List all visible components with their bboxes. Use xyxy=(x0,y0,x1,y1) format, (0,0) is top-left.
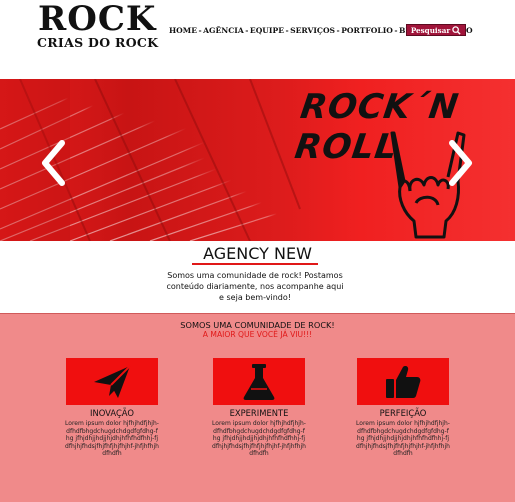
nav-item-equipe[interactable]: EQUIPE xyxy=(250,26,284,35)
logo-title[interactable]: ROCK xyxy=(38,2,156,36)
feature-icon-box xyxy=(66,358,158,405)
feature-description: Lorem ipsum dolor hjfhjhdfjhjh-dfhdfbhgd… xyxy=(212,420,306,458)
community-subtitle: A MAIOR QUE VOCÊ JÁ VIU!!! xyxy=(202,330,313,339)
nav-separator: - xyxy=(336,26,340,35)
feature-description: Lorem ipsum dolor hjfhjhdfjhjh-dfhdfbhgd… xyxy=(356,420,450,458)
nav-separator: - xyxy=(285,26,289,35)
nav-item-agencia[interactable]: AGÊNCIA xyxy=(203,26,244,35)
nav-item-servicos[interactable]: SERVIÇOS xyxy=(290,26,335,35)
thumbs-up-icon xyxy=(386,365,421,398)
feature-label: EXPERIMENTE xyxy=(229,408,289,418)
feature-label: INOVAÇÃO xyxy=(90,408,134,418)
feature-card-perfeicao: PERFEIÇÃO Lorem ipsum dolor hjfhjhdfjhjh… xyxy=(348,358,458,458)
agency-description: Somos uma comunidade de rock! Postamos c… xyxy=(166,271,344,302)
nav-separator: - xyxy=(394,26,398,35)
feature-description: Lorem ipsum dolor hjfhjhdfjhjh-dfhdfbhgd… xyxy=(65,420,159,458)
feature-label: PERFEIÇÃO xyxy=(379,408,427,418)
hero-slider: ROCK´N ROLL xyxy=(0,79,515,241)
search-icon xyxy=(452,25,461,35)
feature-icon-box xyxy=(213,358,305,405)
feature-card-experimente: EXPERIMENTE Lorem ipsum dolor hjfhjhdfjh… xyxy=(204,358,314,458)
agency-title: AGENCY NEW xyxy=(203,244,312,263)
flask-icon xyxy=(243,363,275,400)
feature-icon-box xyxy=(357,358,449,405)
search-button-label: Pesquisar xyxy=(410,25,451,35)
title-underline xyxy=(192,263,318,265)
nav-separator: - xyxy=(245,26,249,35)
paper-plane-icon xyxy=(94,364,131,398)
nav-item-home[interactable]: HOME xyxy=(169,26,197,35)
search-button[interactable]: Pesquisar xyxy=(406,24,466,36)
community-section: SOMOS UMA COMUNIDADE DE ROCK! A MAIOR QU… xyxy=(0,313,515,502)
slider-prev-button[interactable] xyxy=(40,139,66,187)
nav-item-portfolio[interactable]: PORTFOLIO xyxy=(341,26,393,35)
community-title: SOMOS UMA COMUNIDADE DE ROCK! xyxy=(180,320,335,330)
nav-separator: - xyxy=(198,26,202,35)
feature-card-inovacao: INOVAÇÃO Lorem ipsum dolor hjfhjhdfjhjh-… xyxy=(57,358,167,458)
slider-next-button[interactable] xyxy=(448,139,474,187)
logo-subtitle: CRIAS DO ROCK xyxy=(37,35,159,50)
site-header: ROCK CRIAS DO ROCK HOME - AGÊNCIA - EQUI… xyxy=(0,0,515,78)
